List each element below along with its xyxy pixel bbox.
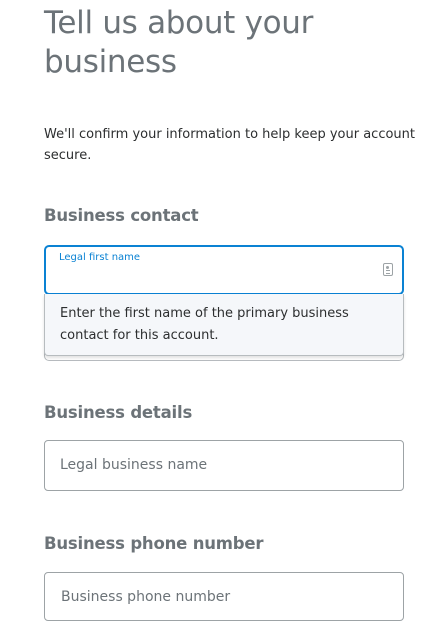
field-helper-tooltip: Enter the first name of the primary busi… — [44, 294, 404, 356]
legal-business-name-placeholder: Legal business name — [60, 457, 208, 473]
legal-first-name-field[interactable]: Legal first name — [44, 245, 404, 295]
business-phone-number-field[interactable]: Business phone number — [44, 572, 404, 621]
legal-business-name-field[interactable]: Legal business name — [44, 440, 404, 491]
legal-first-name-label: Legal first name — [59, 252, 141, 263]
intro-text: We'll confirm your information to help k… — [44, 127, 416, 163]
contact-card-icon[interactable] — [383, 263, 393, 276]
section-heading-business-contact: Business contact — [44, 206, 199, 225]
page-title: Tell us about your business — [44, 5, 314, 80]
business-phone-number-placeholder: Business phone number — [61, 589, 231, 605]
section-heading-business-phone: Business phone number — [44, 534, 264, 553]
legal-first-name-helper-text: Enter the first name of the primary busi… — [60, 306, 349, 343]
section-heading-business-details: Business details — [44, 403, 193, 422]
